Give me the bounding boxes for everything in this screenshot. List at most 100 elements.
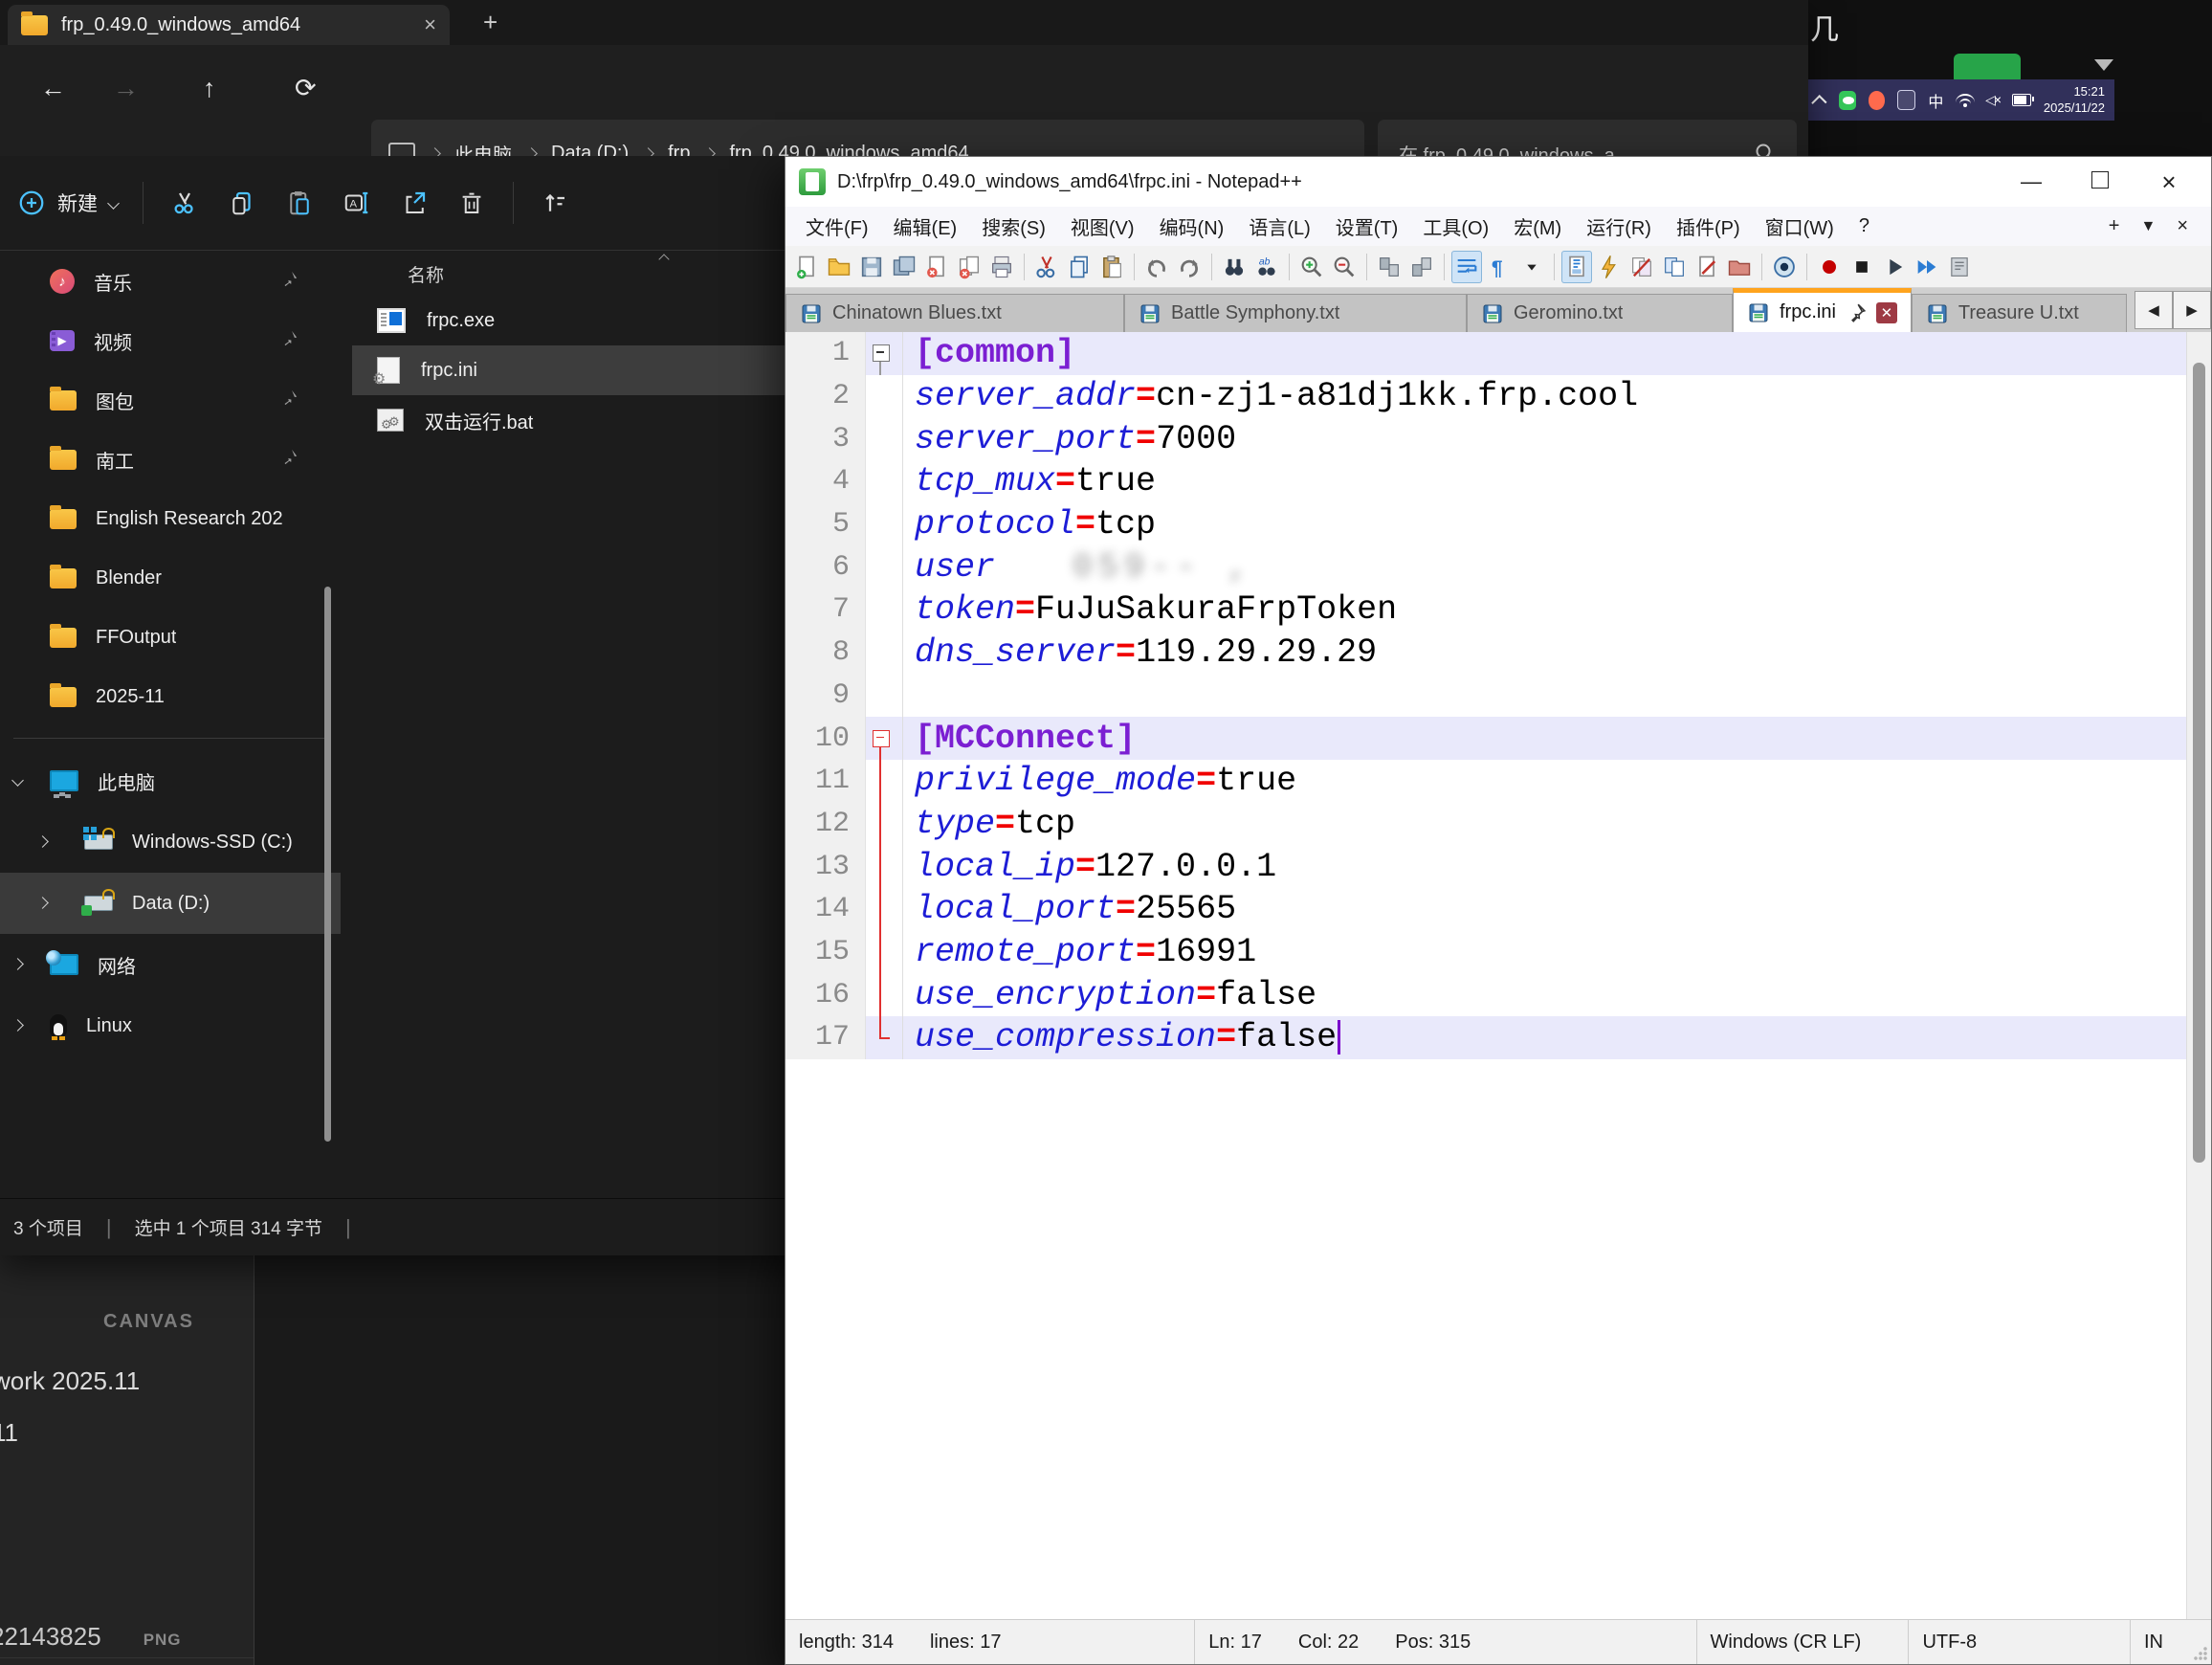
sidebar-item-pinned[interactable]: 南工 — [0, 430, 341, 489]
expander-chevron-icon[interactable] — [38, 833, 47, 851]
menu-item[interactable]: ? — [1848, 212, 1880, 240]
code-line[interactable]: tcp_mux=true — [903, 460, 2211, 503]
run-macro-icon[interactable] — [1912, 251, 1942, 283]
save-all-icon[interactable] — [889, 251, 919, 283]
up-button[interactable]: ↑ — [203, 74, 216, 103]
editor-line[interactable]: 14local_port=25565 — [785, 888, 2211, 931]
rename-icon[interactable]: A — [341, 187, 373, 219]
code-line[interactable]: type=tcp — [903, 803, 2211, 846]
close-all-icon[interactable] — [954, 251, 984, 283]
tab-plus-button[interactable]: + — [2109, 215, 2120, 237]
code-line[interactable]: local_port=25565 — [903, 888, 2211, 931]
editor-line[interactable]: 17use_compression=false — [785, 1016, 2211, 1059]
menu-item[interactable]: 编码(N) — [1149, 210, 1235, 243]
fold-margin[interactable] — [866, 888, 903, 931]
sidebar-item-folder[interactable]: English Research 202 — [0, 489, 341, 548]
folder-workspace-icon[interactable] — [1659, 251, 1690, 283]
macro-save-icon[interactable] — [1944, 251, 1975, 283]
fold-margin[interactable] — [866, 803, 903, 846]
tab-scroll-left[interactable]: ◀ — [2135, 291, 2173, 329]
menu-item[interactable]: 设置(T) — [1325, 210, 1409, 243]
code-line[interactable]: remote_port=16991 — [903, 931, 2211, 974]
tray-expand-icon[interactable] — [1811, 95, 1826, 110]
replace-icon[interactable]: ab — [1251, 251, 1282, 283]
minimize-button[interactable]: — — [2002, 169, 2060, 194]
sync-h-icon[interactable] — [1406, 251, 1437, 283]
sidebar-item-folder[interactable]: 2025-11 — [0, 667, 341, 726]
editor-scrollbar[interactable] — [2186, 332, 2211, 1620]
file-row[interactable]: 双击运行.bat — [352, 395, 785, 445]
code-line[interactable]: user 059-- , — [903, 545, 2211, 588]
back-button[interactable]: ← — [40, 74, 66, 103]
forward-button[interactable]: → — [113, 74, 139, 103]
editor-line[interactable]: 1[common] — [785, 332, 2211, 375]
menu-item[interactable]: 运行(R) — [1576, 210, 1662, 243]
wechat-tray-icon[interactable] — [1839, 91, 1856, 110]
paste-icon[interactable] — [283, 187, 316, 219]
new-file-icon[interactable] — [791, 251, 822, 283]
expander-chevron-icon[interactable] — [13, 1017, 22, 1034]
expander-chevron-icon[interactable] — [13, 772, 22, 789]
new-button[interactable]: 新建 — [17, 189, 118, 217]
explorer-tab[interactable]: frp_0.49.0_windows_amd64 × — [8, 5, 450, 45]
doc-switcher-icon[interactable] — [1594, 251, 1625, 283]
notepadpp-title-bar[interactable]: D:\frp\frp_0.49.0_windows_amd64\frpc.ini… — [785, 157, 2211, 207]
editor-tab[interactable]: Treasure U.txt — [1912, 294, 2127, 332]
background-app-item[interactable]: 11 — [0, 1418, 18, 1448]
editor-line[interactable]: 13local_ip=127.0.0.1 — [785, 845, 2211, 888]
redo-icon[interactable] — [1174, 251, 1205, 283]
status-eol[interactable]: Windows (CR LF) — [1697, 1620, 1910, 1664]
code-line[interactable]: privilege_mode=true — [903, 760, 2211, 803]
save-icon[interactable] — [856, 251, 887, 283]
file-row[interactable]: frpc.ini — [352, 345, 785, 395]
word-wrap-icon[interactable] — [1451, 251, 1482, 283]
menu-item[interactable]: 工具(O) — [1412, 210, 1499, 243]
fold-margin[interactable] — [866, 760, 903, 803]
tab-close-icon[interactable]: ✕ — [1876, 302, 1897, 323]
clock[interactable]: 15:212025/11/22 — [2044, 84, 2105, 116]
tab-close-icon[interactable]: × — [424, 12, 436, 37]
open-folder-icon[interactable] — [824, 251, 854, 283]
expander-chevron-icon[interactable] — [38, 895, 47, 912]
find-icon[interactable] — [1219, 251, 1250, 283]
menu-item[interactable]: 视图(V) — [1060, 210, 1145, 243]
editor-line[interactable]: 16use_encryption=false — [785, 973, 2211, 1016]
code-line[interactable]: dns_server=119.29.29.29 — [903, 632, 2211, 675]
file-row[interactable]: frpc.exe — [352, 296, 785, 345]
column-header-name[interactable]: 名称 — [352, 252, 785, 296]
sidebar-tree-item[interactable]: 此电脑 — [0, 750, 341, 811]
ime-indicator[interactable]: 中 — [1928, 89, 1943, 112]
sidebar-tree-item[interactable]: Data (D:) — [0, 873, 341, 934]
wifi-icon[interactable] — [1956, 94, 1973, 107]
editor-tab[interactable]: Geromino.txt — [1467, 294, 1733, 332]
editor-tab[interactable]: Chinatown Blues.txt — [785, 294, 1124, 332]
play-macro-icon[interactable] — [1879, 251, 1910, 283]
show-all-chars-icon[interactable]: ¶ — [1484, 251, 1515, 283]
editor-line[interactable]: 12type=tcp — [785, 803, 2211, 846]
editor-line[interactable]: 10[MCConnect] — [785, 717, 2211, 760]
sidebar-tree-item[interactable]: 网络 — [0, 934, 341, 995]
tray-app-icon[interactable] — [1897, 90, 1915, 110]
zoom-out-icon[interactable] — [1329, 251, 1360, 283]
battery-icon[interactable] — [2012, 94, 2031, 106]
scrollbar-thumb[interactable] — [2193, 363, 2205, 1163]
sort-icon[interactable] — [539, 187, 571, 219]
cut-icon[interactable] — [1031, 251, 1062, 283]
close-button[interactable]: × — [2140, 167, 2198, 197]
file-browser-icon[interactable] — [1724, 251, 1755, 283]
code-line[interactable]: token=FuJuSakuraFrpToken — [903, 588, 2211, 632]
refresh-button[interactable]: ⟳ — [295, 74, 317, 103]
sidebar-item-pinned[interactable]: ♪音乐 — [0, 252, 341, 311]
code-line[interactable]: protocol=tcp — [903, 503, 2211, 546]
status-encoding[interactable]: UTF-8 — [1909, 1620, 2131, 1664]
menu-item[interactable]: 语言(L) — [1238, 210, 1320, 243]
cut-icon[interactable] — [168, 187, 201, 219]
zoom-in-icon[interactable] — [1296, 251, 1327, 283]
record-macro-icon[interactable] — [1814, 251, 1845, 283]
editor-tab[interactable]: Battle Symphony.txt — [1124, 294, 1467, 332]
sidebar-item-pinned[interactable]: ▶视频 — [0, 311, 341, 370]
sidebar-item-pinned[interactable]: 图包 — [0, 370, 341, 430]
editor-line[interactable]: 11privilege_mode=true — [785, 760, 2211, 803]
sync-v-icon[interactable] — [1374, 251, 1405, 283]
pin-tab-icon[interactable] — [1846, 302, 1867, 323]
